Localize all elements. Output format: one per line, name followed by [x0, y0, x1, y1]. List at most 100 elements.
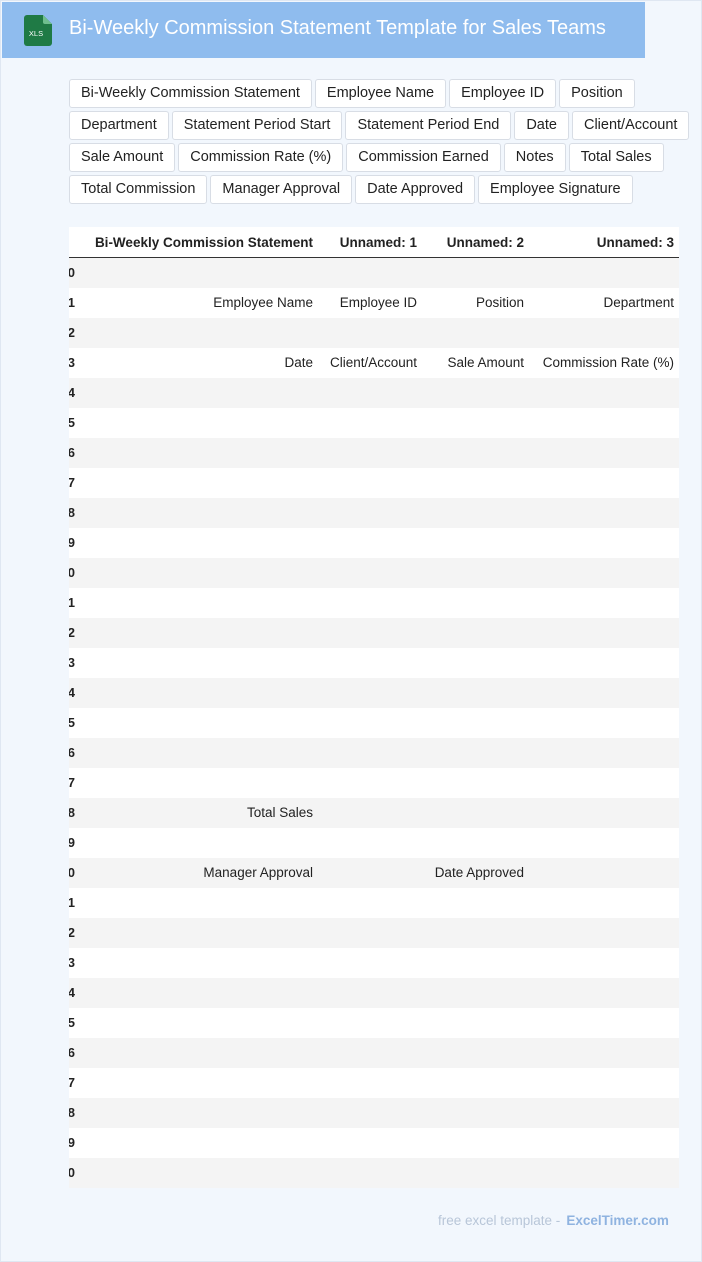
row-index: 1	[69, 295, 75, 310]
column-tag[interactable]: Employee ID	[449, 79, 557, 108]
column-tag[interactable]: Statement Period Start	[171, 111, 343, 140]
table-header-row: Bi-Weekly Commission Statement Unnamed: …	[69, 227, 679, 258]
table-row: 13	[69, 648, 679, 678]
column-tag[interactable]: Total Sales	[568, 143, 664, 172]
table-row: 28	[69, 1098, 679, 1128]
row-index: 5	[69, 415, 75, 430]
row-index: 20	[69, 865, 75, 880]
column-header: Bi-Weekly Commission Statement	[94, 235, 313, 250]
row-index: 21	[69, 895, 75, 910]
spreadsheet-preview: Bi-Weekly Commission Statement Unnamed: …	[69, 227, 679, 1188]
table-row: 7	[69, 468, 679, 498]
table-cell: Employee Name	[213, 295, 313, 310]
row-index: 8	[69, 505, 75, 520]
table-cell: Commission Rate (%)	[542, 355, 674, 370]
table-row: 23	[69, 948, 679, 978]
table-cell: Employee ID	[339, 295, 417, 310]
column-tag[interactable]: Employee Signature	[478, 175, 633, 204]
table-row: 11	[69, 588, 679, 618]
column-tag[interactable]: Date Approved	[355, 175, 476, 204]
row-index: 23	[69, 955, 75, 970]
table-cell: Date	[284, 355, 313, 370]
column-tag[interactable]: Bi-Weekly Commission Statement	[69, 79, 312, 108]
row-index: 4	[69, 385, 75, 400]
table-row: 25	[69, 1008, 679, 1038]
table-row: 8	[69, 498, 679, 528]
table-row: 27	[69, 1068, 679, 1098]
table-row: 16	[69, 738, 679, 768]
row-index: 0	[69, 265, 75, 280]
column-tag[interactable]: Department	[69, 111, 169, 140]
row-index: 7	[69, 475, 75, 490]
row-index: 28	[69, 1105, 75, 1120]
table-row: 15	[69, 708, 679, 738]
row-index: 6	[69, 445, 75, 460]
table-row: 22	[69, 918, 679, 948]
table-row: 21	[69, 888, 679, 918]
column-header: Unnamed: 1	[339, 235, 417, 250]
row-index: 2	[69, 325, 75, 340]
column-header: Unnamed: 2	[446, 235, 524, 250]
row-index: 17	[69, 775, 75, 790]
table-row: 20 Manager Approval Date Approved	[69, 858, 679, 888]
table-row: 2	[69, 318, 679, 348]
table-row: 12	[69, 618, 679, 648]
table-row: 18 Total Sales	[69, 798, 679, 828]
page-title: Bi-Weekly Commission Statement Template …	[69, 17, 606, 39]
table-row: 0	[69, 258, 679, 288]
row-index: 3	[69, 355, 75, 370]
row-index: 27	[69, 1075, 75, 1090]
table-row: 17	[69, 768, 679, 798]
table-row: 5	[69, 408, 679, 438]
column-tag[interactable]: Commission Earned	[346, 143, 501, 172]
column-tag[interactable]: Position	[559, 79, 635, 108]
table-row: 6	[69, 438, 679, 468]
column-tag[interactable]: Statement Period End	[345, 111, 512, 140]
column-header: Unnamed: 3	[596, 235, 674, 250]
title-bar: XLS Bi-Weekly Commission Statement Templ…	[2, 2, 645, 58]
table-cell: Client/Account	[329, 355, 417, 370]
table-row: 10	[69, 558, 679, 588]
row-index: 19	[69, 835, 75, 850]
xls-icon-label: XLS	[29, 29, 43, 38]
table-cell: Total Sales	[246, 805, 313, 820]
footer-brand-link[interactable]: ExcelTimer.com	[566, 1213, 669, 1228]
table-row: 26	[69, 1038, 679, 1068]
table-cell: Date Approved	[434, 865, 524, 880]
column-tag[interactable]: Sale Amount	[69, 143, 176, 172]
row-index: 15	[69, 715, 75, 730]
row-index: 30	[69, 1165, 75, 1180]
column-tag[interactable]: Date	[514, 111, 569, 140]
row-index: 24	[69, 985, 75, 1000]
row-index: 18	[69, 805, 75, 820]
xls-file-icon: XLS	[24, 15, 52, 46]
row-index: 29	[69, 1135, 75, 1150]
row-index: 11	[69, 595, 75, 610]
table-row: 30	[69, 1158, 679, 1188]
table-row: 1 Employee Name Employee ID Position Departm…	[69, 288, 679, 318]
footer: free excel template - ExcelTimer.com	[438, 1213, 669, 1228]
page-frame: XLS Bi-Weekly Commission Statement Templ…	[0, 0, 702, 1262]
column-tag[interactable]: Notes	[503, 143, 566, 172]
column-tag[interactable]: Employee Name	[314, 79, 447, 108]
table-row: 29	[69, 1128, 679, 1158]
row-index: 9	[69, 535, 75, 550]
row-index: 14	[69, 685, 75, 700]
table-row: 14	[69, 678, 679, 708]
row-index: 12	[69, 625, 75, 640]
footer-text: free excel template -	[438, 1213, 561, 1228]
row-index: 26	[69, 1045, 75, 1060]
column-tag-list: Bi-Weekly Commission Statement Employee N…	[69, 79, 699, 204]
table-row: 4	[69, 378, 679, 408]
column-tag[interactable]: Total Commission	[69, 175, 208, 204]
table-cell: Manager Approval	[203, 865, 313, 880]
column-tag[interactable]: Manager Approval	[210, 175, 353, 204]
table-row: 19	[69, 828, 679, 858]
row-index: 13	[69, 655, 75, 670]
table-row: 24	[69, 978, 679, 1008]
column-tag[interactable]: Commission Rate (%)	[178, 143, 344, 172]
row-index: 10	[69, 565, 75, 580]
column-tag[interactable]: Client/Account	[571, 111, 690, 140]
table-cell: Sale Amount	[447, 355, 524, 370]
row-index: 22	[69, 925, 75, 940]
